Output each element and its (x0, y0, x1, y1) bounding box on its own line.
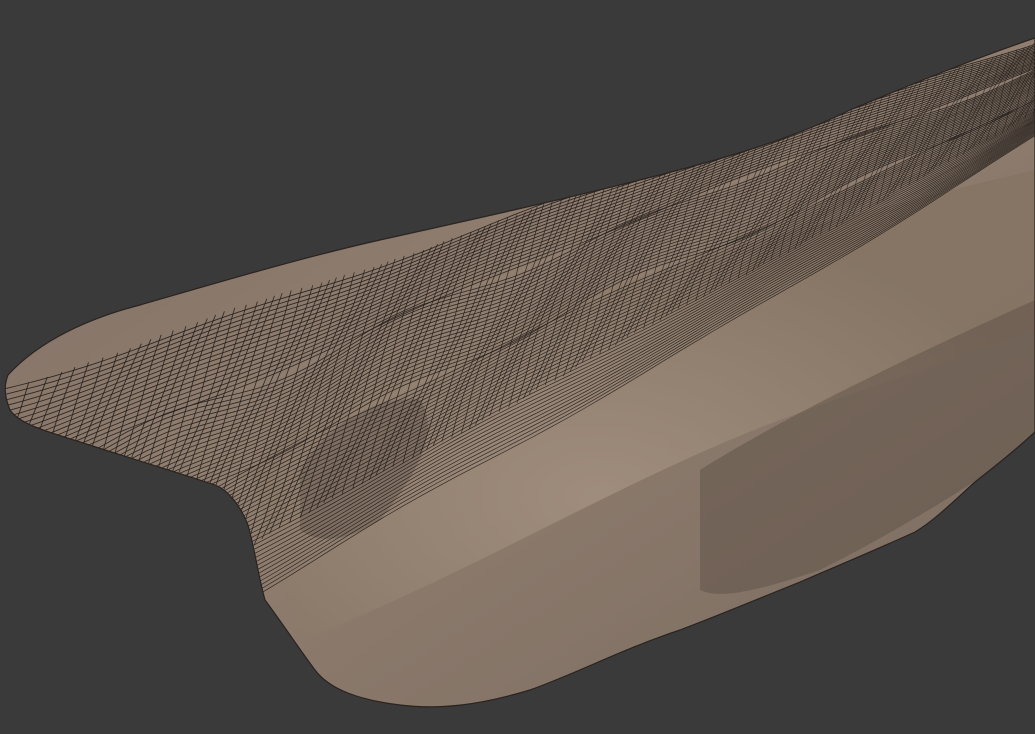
3d-viewport[interactable] (0, 0, 1035, 734)
mesh-render (4, 37, 1035, 708)
wire-line-transverse (5, 382, 30, 707)
